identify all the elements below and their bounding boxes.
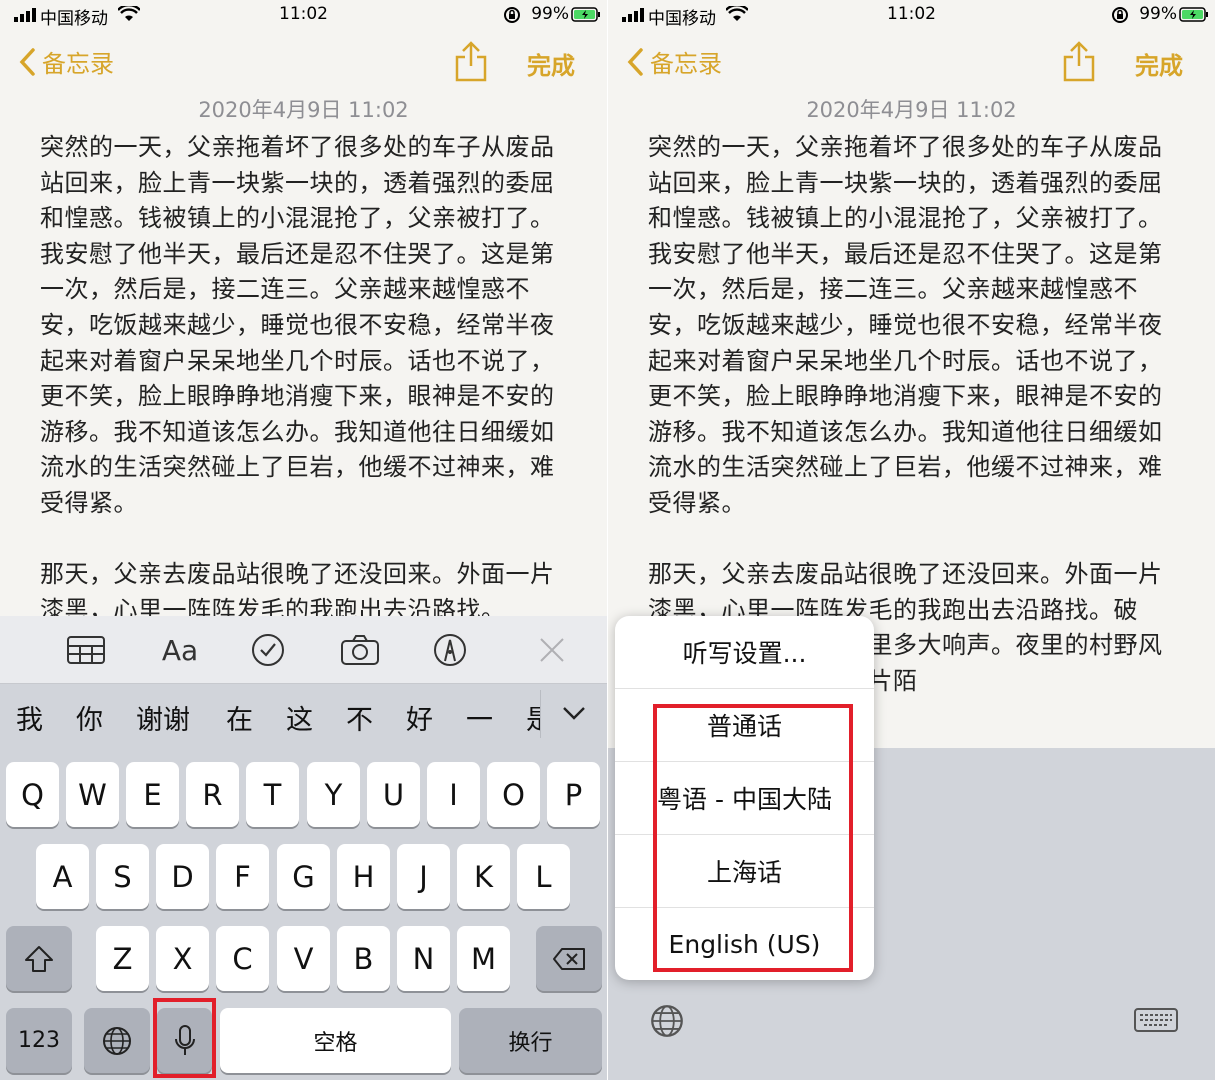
globe-icon	[103, 1026, 131, 1055]
key-l[interactable]: L	[517, 844, 570, 909]
delete-key[interactable]	[536, 926, 602, 991]
key-d[interactable]: D	[156, 844, 209, 909]
key-h[interactable]: H	[337, 844, 390, 909]
status-bar: 中国移动 11:02 99%	[608, 0, 1215, 32]
key-p[interactable]: P	[547, 762, 600, 827]
globe-key[interactable]	[84, 1008, 150, 1073]
notes-toolbar: Aa	[0, 616, 607, 684]
checklist-icon[interactable]	[248, 632, 288, 668]
globe-icon[interactable]	[650, 1004, 684, 1038]
done-button[interactable]: 完成	[1135, 46, 1183, 81]
shift-key[interactable]	[6, 926, 72, 991]
shift-icon	[25, 945, 53, 972]
text-format-icon[interactable]: Aa	[160, 632, 200, 668]
dictation-language-menu: 听写设置... 普通话 粤语 - 中国大陆 上海话 English (US)	[615, 616, 874, 980]
key-a[interactable]: A	[36, 844, 89, 909]
key-v[interactable]: V	[277, 926, 330, 991]
candidate-bar: 我 你 谢谢 在 这 不 好 一 是	[0, 684, 607, 748]
key-z[interactable]: Z	[96, 926, 149, 991]
key-f[interactable]: F	[216, 844, 269, 909]
key-i[interactable]: I	[427, 762, 480, 827]
key-n[interactable]: N	[397, 926, 450, 991]
table-icon[interactable]	[66, 632, 106, 668]
battery-icon	[1179, 7, 1208, 22]
note-paragraph-1: 突然的一天，父亲拖着坏了很多处的车子从废品站回来，脸上青一块紫一块的，透着强烈的…	[648, 133, 1163, 517]
return-key[interactable]: 换行	[459, 1008, 602, 1073]
candidate-divider	[540, 690, 541, 738]
note-body[interactable]: 突然的一天，父亲拖着坏了很多处的车子从废品站回来，脸上青一块紫一块的，透着强烈的…	[40, 130, 560, 664]
space-key[interactable]: 空格	[220, 1008, 451, 1073]
candidate-word[interactable]: 这	[286, 698, 313, 737]
keyboard-icon[interactable]	[1134, 1008, 1178, 1034]
numbers-key[interactable]: 123	[6, 1008, 72, 1073]
key-c[interactable]: C	[216, 926, 269, 991]
dictation-highlight-box	[153, 998, 216, 1078]
candidate-word[interactable]: 在	[226, 698, 253, 737]
key-k[interactable]: K	[457, 844, 510, 909]
camera-icon[interactable]	[340, 632, 380, 668]
backspace-icon	[553, 947, 585, 970]
chevron-left-icon	[19, 47, 35, 76]
key-u[interactable]: U	[367, 762, 420, 827]
back-button[interactable]: 备忘录	[626, 44, 722, 79]
note-date: 2020年4月9日 11:02	[806, 98, 1017, 122]
nav-bar: 备忘录 完成	[608, 38, 1215, 86]
key-o[interactable]: O	[487, 762, 540, 827]
key-m[interactable]: M	[457, 926, 510, 991]
back-button[interactable]: 备忘录	[18, 44, 114, 79]
key-j[interactable]: J	[397, 844, 450, 909]
notes-screen-left: 中国移动 11:02 99% 备忘录 完成 2020年4月9日 11:02 突然…	[0, 0, 607, 1080]
notes-screen-right: 中国移动 11:02 99% 备忘录 完成 2020年4月9日 11:02 突然…	[608, 0, 1215, 1080]
back-label: 备忘录	[42, 50, 114, 78]
back-label: 备忘录	[650, 50, 722, 78]
battery-percent: 99%	[1139, 4, 1177, 24]
key-r[interactable]: R	[186, 762, 239, 827]
battery-icon	[571, 7, 600, 22]
done-button[interactable]: 完成	[527, 46, 575, 81]
key-s[interactable]: S	[96, 844, 149, 909]
note-date: 2020年4月9日 11:02	[198, 98, 409, 122]
candidate-word[interactable]: 我	[16, 698, 43, 737]
chevron-down-icon[interactable]	[561, 700, 587, 726]
languages-highlight-box	[653, 704, 853, 972]
candidate-word[interactable]: 是	[526, 698, 540, 737]
candidate-word[interactable]: 一	[466, 698, 493, 737]
orientation-lock-icon	[504, 7, 520, 23]
key-q[interactable]: Q	[6, 762, 59, 827]
dictation-settings-item[interactable]: 听写设置...	[615, 616, 874, 689]
status-bar: 中国移动 11:02 99%	[0, 0, 607, 32]
key-y[interactable]: Y	[307, 762, 360, 827]
key-x[interactable]: X	[156, 926, 209, 991]
battery-percent: 99%	[531, 4, 569, 24]
nav-bar: 备忘录 完成	[0, 38, 607, 86]
chevron-left-icon	[627, 47, 643, 76]
close-icon[interactable]	[532, 632, 572, 668]
key-e[interactable]: E	[126, 762, 179, 827]
candidate-word[interactable]: 你	[76, 698, 103, 737]
candidate-word[interactable]: 谢谢	[136, 698, 190, 737]
key-g[interactable]: G	[277, 844, 330, 909]
markup-icon[interactable]	[430, 632, 470, 668]
key-w[interactable]: W	[66, 762, 119, 827]
share-icon[interactable]	[452, 40, 490, 82]
share-icon[interactable]	[1060, 40, 1098, 82]
key-t[interactable]: T	[246, 762, 299, 827]
orientation-lock-icon	[1112, 7, 1128, 23]
candidate-word[interactable]: 好	[406, 698, 433, 737]
candidate-word[interactable]: 不	[346, 698, 373, 737]
note-paragraph-1: 突然的一天，父亲拖着坏了很多处的车子从废品站回来，脸上青一块紫一块的，透着强烈的…	[40, 133, 555, 517]
key-b[interactable]: B	[337, 926, 390, 991]
